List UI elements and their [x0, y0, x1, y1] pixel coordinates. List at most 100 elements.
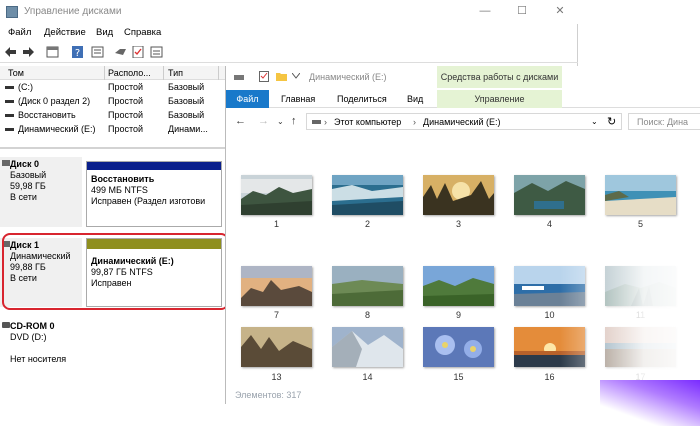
minimize-button[interactable]: —	[478, 4, 492, 18]
column-type[interactable]: Тип	[168, 68, 183, 78]
search-box[interactable]: Поиск: Дина	[628, 113, 700, 130]
disk-0-label[interactable]: Диск 0 Базовый 59,98 ГБ В сети	[0, 157, 82, 227]
image-thumbnail[interactable]	[514, 175, 585, 215]
window-title: Управление дисками	[24, 6, 122, 17]
forward-arrow-icon[interactable]	[22, 46, 35, 58]
thumbnail-caption: 3	[455, 219, 461, 229]
volume-row[interactable]: Восстановить Простой Базовый	[0, 109, 225, 122]
menu-action[interactable]: Действие	[44, 27, 86, 38]
volume-row[interactable]: (Диск 0 раздел 2) Простой Базовый	[0, 95, 225, 108]
partition-recovery[interactable]: Восстановить 499 МБ NTFS Исправен (Разде…	[86, 161, 222, 227]
cdrom-label[interactable]: CD-ROM 0 DVD (D:) Нет носителя	[0, 319, 82, 379]
thumbnail-caption: 8	[364, 310, 370, 320]
image-thumbnail[interactable]	[241, 327, 312, 367]
image-thumbnail[interactable]	[605, 266, 676, 306]
up-button[interactable]: ↑	[291, 115, 297, 127]
check-document-icon[interactable]	[132, 46, 145, 58]
address-bar[interactable]: › Этот компьютер › Динамический (E:) ⌄ ↻	[306, 113, 622, 130]
column-divider	[218, 66, 219, 80]
column-layout[interactable]: Располо...	[108, 68, 151, 78]
thumbnail-caption: 11	[635, 310, 646, 320]
list-view-icon[interactable]	[150, 46, 163, 58]
basic-partition-bar	[87, 162, 221, 170]
search-placeholder: Поиск: Дина	[637, 117, 689, 127]
volume-icon	[5, 100, 14, 103]
properties-icon[interactable]	[91, 46, 104, 58]
menu-file[interactable]: Файл	[8, 27, 31, 38]
tab-home[interactable]: Главная	[281, 94, 315, 104]
back-arrow-icon[interactable]	[4, 46, 17, 58]
disk-status: В сети	[10, 192, 37, 202]
ribbon-tabs: Файл Главная Поделиться Вид Управление	[226, 90, 700, 108]
tab-share[interactable]: Поделиться	[337, 94, 387, 104]
help-icon[interactable]: ?	[71, 46, 84, 58]
new-folder-icon[interactable]	[276, 71, 287, 82]
volume-type: Базовый	[168, 82, 205, 92]
column-divider	[104, 66, 105, 80]
image-thumbnail[interactable]	[605, 175, 676, 215]
volume-icon	[5, 86, 14, 89]
forward-button[interactable]: →	[258, 115, 269, 127]
drive-tools-context-tab: Средства работы с дисками	[437, 66, 562, 88]
volume-row[interactable]: (C:) Простой Базовый	[0, 81, 225, 94]
volume-layout: Простой	[108, 124, 144, 134]
cd-drive-icon	[2, 322, 10, 328]
image-thumbnail[interactable]	[423, 327, 494, 367]
thumbnail-caption: 17	[635, 372, 646, 382]
close-button[interactable]: ✕	[553, 4, 567, 18]
image-thumbnail[interactable]	[423, 266, 494, 306]
disk-type: DVD (D:)	[10, 332, 47, 342]
thumbnail-caption: 1	[273, 219, 279, 229]
breadcrumb-drive-e[interactable]: Динамический (E:)	[423, 117, 501, 127]
image-thumbnail[interactable]	[514, 266, 585, 306]
disk-icon	[2, 160, 10, 166]
recent-locations-button[interactable]: ⌄	[277, 117, 284, 126]
explorer-window: Динамический (E:) Средства работы с диск…	[225, 66, 700, 404]
breadcrumb-separator: ›	[413, 117, 416, 127]
maximize-button[interactable]: ☐	[515, 4, 529, 18]
image-thumbnail[interactable]	[423, 175, 494, 215]
chevron-down-icon[interactable]	[292, 73, 300, 79]
volume-list-header: Том Располо... Тип	[0, 66, 225, 80]
tab-manage[interactable]: Управление	[437, 90, 562, 108]
disk-management-app-icon	[6, 6, 18, 18]
image-thumbnail[interactable]	[332, 327, 403, 367]
image-thumbnail[interactable]	[241, 266, 312, 306]
column-volume[interactable]: Том	[8, 68, 24, 78]
volume-row[interactable]: Динамический (E:) Простой Динами...	[0, 123, 225, 136]
thumbnail-caption: 13	[271, 372, 282, 382]
breadcrumb-this-pc[interactable]: Этот компьютер	[334, 117, 401, 127]
tab-file[interactable]: Файл	[226, 90, 269, 108]
thumbnail-caption: 16	[544, 372, 555, 382]
back-button[interactable]: ←	[235, 115, 246, 127]
refresh-button[interactable]: ↻	[607, 115, 616, 128]
volume-name: Восстановить	[18, 110, 76, 120]
volume-type: Базовый	[168, 96, 205, 106]
image-thumbnail[interactable]	[514, 327, 585, 367]
thumbnail-caption: 5	[637, 219, 643, 229]
menu-bar: Файл Действие Вид Справка	[0, 25, 578, 42]
thumbnail-caption: 4	[546, 219, 552, 229]
menu-view[interactable]: Вид	[96, 27, 113, 38]
properties-check-icon[interactable]	[259, 71, 269, 82]
disk-status: Нет носителя	[10, 354, 67, 364]
menu-help[interactable]: Справка	[124, 27, 161, 38]
address-row: ← → ⌄ ↑ › Этот компьютер › Динамический …	[226, 111, 700, 133]
connect-icon[interactable]	[114, 46, 127, 58]
drive-icon	[312, 120, 321, 124]
disk-name: Диск 0	[10, 159, 39, 169]
console-tree-icon[interactable]	[46, 46, 59, 58]
image-thumbnail[interactable]	[241, 175, 312, 215]
address-dropdown-button[interactable]: ⌄	[591, 117, 598, 126]
volume-name: (C:)	[18, 82, 33, 92]
volume-name: (Диск 0 раздел 2)	[18, 96, 91, 106]
image-thumbnail[interactable]	[332, 266, 403, 306]
tab-view[interactable]: Вид	[407, 94, 423, 104]
volume-layout: Простой	[108, 96, 144, 106]
thumbnail-caption: 2	[364, 219, 370, 229]
disk-size: 59,98 ГБ	[10, 181, 46, 191]
image-thumbnail[interactable]	[605, 327, 676, 367]
image-thumbnail[interactable]	[332, 175, 403, 215]
volume-layout: Простой	[108, 110, 144, 120]
explorer-title: Динамический (E:)	[309, 72, 387, 82]
